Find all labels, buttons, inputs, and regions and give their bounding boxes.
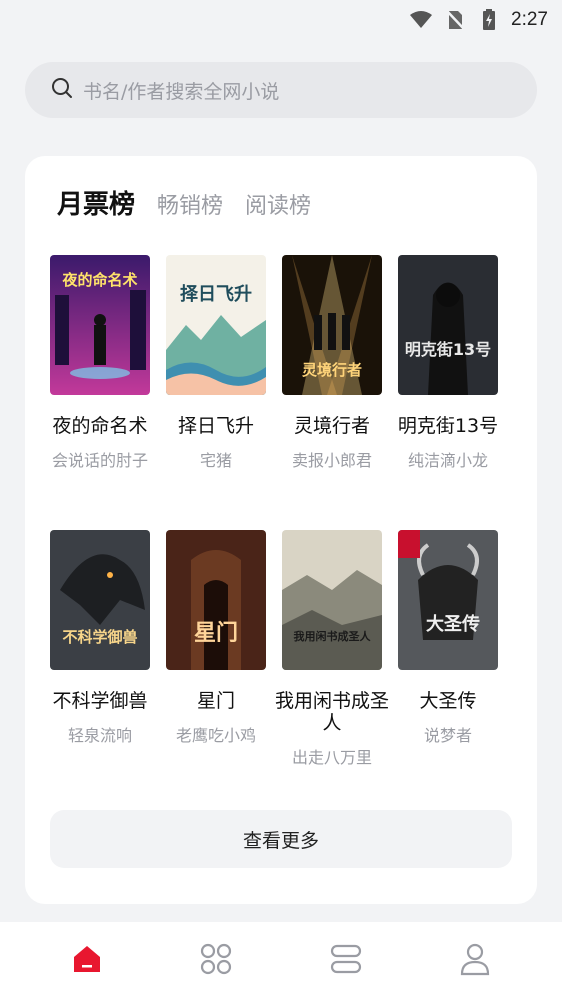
nav-bookshelf[interactable] <box>316 931 376 991</box>
book-cover[interactable]: 星门 <box>166 530 266 670</box>
book-author: 宅猪 <box>199 451 232 470</box>
no-sim-icon <box>443 8 467 32</box>
book-title: 大圣传 <box>419 690 477 712</box>
nav-home[interactable] <box>57 931 117 991</box>
book-grid: 夜的命名术 夜的命名术 会说话的肘子 择日飞升 择日飞升 宅猪 灵境行者 灵境行… <box>50 255 512 768</box>
book-cover[interactable]: 择日飞升 <box>166 255 266 395</box>
book-cover[interactable]: 不科学御兽 <box>50 530 150 670</box>
book-author: 会说话的肘子 <box>51 451 148 470</box>
home-icon <box>71 943 103 979</box>
book-title: 不科学御兽 <box>52 690 148 712</box>
book-author: 纯洁滴小龙 <box>407 451 488 470</box>
book-item[interactable]: 我用闲书成圣人 我用闲书成圣人 出走八万里 <box>275 530 389 768</box>
svg-text:灵境行者: 灵境行者 <box>302 361 362 379</box>
svg-text:择日飞升: 择日飞升 <box>180 283 252 305</box>
book-cover[interactable]: 大圣传 <box>398 530 498 670</box>
svg-text:不科学御兽: 不科学御兽 <box>62 628 137 646</box>
nav-profile[interactable] <box>445 931 505 991</box>
bottom-nav <box>0 922 562 1000</box>
battery-charging-icon <box>477 8 501 32</box>
book-item[interactable]: 明克街13号 明克街13号 纯洁滴小龙 <box>398 255 498 530</box>
book-item[interactable]: 大圣传 大圣传 说梦者 <box>398 530 498 768</box>
tab-bestseller[interactable]: 畅销榜 <box>157 188 223 220</box>
ranking-card: 月票榜 畅销榜 阅读榜 夜的命名术 夜的命名术 会说话的肘子 择日飞升 择日飞升… <box>25 156 537 904</box>
clock: 2:27 <box>511 9 548 30</box>
book-author: 出走八万里 <box>291 748 372 767</box>
svg-text:我用闲书成圣人: 我用闲书成圣人 <box>294 629 372 643</box>
book-cover[interactable]: 明克街13号 <box>398 255 498 395</box>
book-title: 夜的命名术 <box>52 415 148 437</box>
ranking-tabs: 月票榜 畅销榜 阅读榜 <box>57 184 311 221</box>
search-icon <box>51 77 73 103</box>
book-item[interactable]: 不科学御兽 不科学御兽 轻泉流响 <box>50 530 150 768</box>
book-cover[interactable]: 我用闲书成圣人 <box>282 530 382 670</box>
search-bar[interactable]: 书名/作者搜索全网小说 <box>25 62 537 118</box>
view-more-button[interactable]: 查看更多 <box>50 810 512 868</box>
book-item[interactable]: 星门 星门 老鹰吃小鸡 <box>166 530 266 768</box>
profile-icon <box>460 942 490 980</box>
book-item[interactable]: 择日飞升 择日飞升 宅猪 <box>166 255 266 530</box>
wifi-icon <box>409 8 433 32</box>
book-title: 我用闲书成圣人 <box>274 690 389 734</box>
nav-category[interactable] <box>186 931 246 991</box>
book-item[interactable]: 夜的命名术 夜的命名术 会说话的肘子 <box>50 255 150 530</box>
status-bar: 2:27 <box>0 0 562 40</box>
svg-text:明克街13号: 明克街13号 <box>405 340 491 359</box>
tab-reading[interactable]: 阅读榜 <box>245 188 311 220</box>
svg-text:夜的命名术: 夜的命名术 <box>61 271 137 289</box>
book-title: 择日飞升 <box>177 415 254 437</box>
svg-text:星门: 星门 <box>194 620 238 646</box>
search-placeholder: 书名/作者搜索全网小说 <box>83 80 280 103</box>
book-author: 说梦者 <box>423 726 472 745</box>
book-cover[interactable]: 灵境行者 <box>282 255 382 395</box>
book-title: 明克街13号 <box>397 415 499 437</box>
svg-text:大圣传: 大圣传 <box>426 613 480 635</box>
bookshelf-icon <box>329 942 363 980</box>
tab-monthly-ticket[interactable]: 月票榜 <box>57 184 135 221</box>
book-author: 卖报小郎君 <box>291 451 372 470</box>
book-item[interactable]: 灵境行者 灵境行者 卖报小郎君 <box>282 255 382 530</box>
book-title: 灵境行者 <box>293 415 370 437</box>
book-author: 老鹰吃小鸡 <box>175 726 256 745</box>
book-author: 轻泉流响 <box>67 726 132 745</box>
category-grid-icon <box>199 942 233 980</box>
book-title: 星门 <box>196 690 235 712</box>
book-cover[interactable]: 夜的命名术 <box>50 255 150 395</box>
